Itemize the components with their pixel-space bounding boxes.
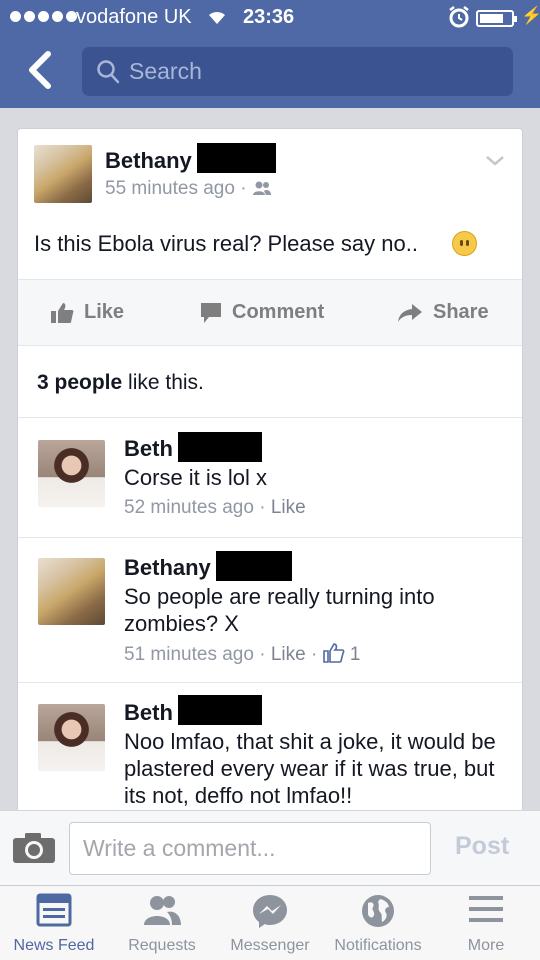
- tab-notifications[interactable]: Notifications: [324, 893, 432, 954]
- like-label: Like: [84, 301, 125, 323]
- tab-requests[interactable]: Requests: [108, 893, 216, 954]
- tab-news-feed[interactable]: News Feed: [0, 893, 108, 954]
- tab-messenger[interactable]: Messenger: [216, 893, 324, 954]
- redaction-bar: [178, 432, 262, 462]
- battery-fill: [480, 14, 503, 23]
- comment-meta: 51 minutes ago · Like · 1: [124, 643, 360, 669]
- carrier-name: vodafone UK: [76, 6, 192, 28]
- post-options-chevron-icon[interactable]: [485, 154, 505, 172]
- camera-icon[interactable]: [12, 832, 56, 869]
- search-placeholder: Search: [129, 58, 202, 84]
- comment-input[interactable]: Write a comment...: [69, 822, 431, 875]
- share-button[interactable]: Share: [397, 301, 489, 324]
- divider: [18, 537, 522, 538]
- menu-icon: [469, 896, 503, 922]
- tab-label: Messenger: [230, 937, 310, 954]
- top-bar: vodafone UK 23:36 ⚡ Search: [0, 0, 540, 108]
- redaction-bar: [216, 551, 292, 581]
- comment-like-count[interactable]: 1: [350, 644, 361, 665]
- charging-icon: ⚡: [521, 6, 540, 25]
- thumbs-up-outline-icon[interactable]: [322, 643, 345, 669]
- chevron-left-icon: [29, 51, 51, 89]
- comment-time: 51 minutes ago: [124, 644, 254, 665]
- comment-avatar[interactable]: [38, 704, 105, 771]
- alarm-icon: [448, 5, 470, 35]
- meta-separator: ·: [240, 178, 247, 199]
- signal-icon: [10, 11, 77, 22]
- comment-like-link[interactable]: Like: [271, 497, 306, 518]
- search-icon: [96, 59, 120, 90]
- comment-text: So people are really turning into zombie…: [124, 584, 435, 636]
- thumbs-up-icon: [51, 302, 74, 323]
- tab-label: Requests: [128, 937, 196, 954]
- messenger-icon: [253, 895, 287, 928]
- post-time[interactable]: 55 minutes ago: [105, 178, 235, 199]
- comment-like-link[interactable]: Like: [271, 644, 306, 665]
- confused-face-icon: [452, 231, 477, 256]
- status-time: 23:36: [243, 6, 295, 28]
- comment-meta: 52 minutes ago · Like: [124, 497, 306, 519]
- likes-count[interactable]: 3 people: [37, 371, 122, 394]
- comment-bubble-icon: [201, 302, 221, 323]
- tab-label: More: [467, 937, 505, 954]
- friends-icon: [252, 180, 272, 202]
- tab-label: Notifications: [334, 937, 422, 954]
- back-button[interactable]: [24, 50, 56, 90]
- comment-time: 52 minutes ago: [124, 497, 254, 518]
- comment-placeholder: Write a comment...: [83, 835, 276, 861]
- status-bar: vodafone UK 23:36 ⚡: [0, 0, 540, 36]
- tab-more[interactable]: More: [432, 893, 540, 954]
- post-actions-bar: Like Comment Share: [18, 279, 522, 346]
- wifi-icon: [205, 6, 229, 32]
- comment-avatar[interactable]: [38, 440, 105, 507]
- comment-avatar[interactable]: [38, 558, 105, 625]
- divider: [18, 417, 522, 418]
- comment-author[interactable]: Beth: [124, 700, 173, 726]
- news-feed-icon: [36, 893, 72, 927]
- friend-requests-icon: [144, 896, 181, 925]
- search-input[interactable]: Search: [82, 47, 513, 96]
- post-meta: 55 minutes ago ·: [105, 178, 272, 202]
- redaction-bar: [178, 695, 262, 725]
- post-author-name[interactable]: Bethany: [105, 148, 192, 174]
- share-arrow-icon: [398, 303, 422, 322]
- divider: [18, 682, 522, 683]
- comment-label: Comment: [232, 301, 325, 323]
- redaction-bar: [197, 143, 276, 173]
- share-label: Share: [433, 301, 489, 323]
- likes-suffix: like this.: [122, 371, 204, 394]
- meta-separator: ·: [310, 644, 318, 665]
- comment-author[interactable]: Bethany: [124, 555, 211, 581]
- tab-label: News Feed: [13, 937, 95, 954]
- comment-text: Corse it is lol x: [124, 465, 268, 490]
- comment-author[interactable]: Beth: [124, 436, 173, 462]
- battery-icon: [476, 10, 517, 27]
- globe-icon: [362, 895, 394, 927]
- like-button[interactable]: Like: [50, 301, 124, 324]
- post-comment-button[interactable]: Post: [455, 832, 509, 861]
- post-text: Is this Ebola virus real? Please say no.…: [34, 231, 418, 256]
- meta-separator: ·: [259, 497, 266, 518]
- meta-separator: ·: [259, 644, 266, 665]
- comment-button[interactable]: Comment: [200, 301, 324, 324]
- post-author-avatar[interactable]: [34, 145, 92, 203]
- likes-summary[interactable]: 3 people like this.: [37, 371, 204, 395]
- comment-text: Noo lmfao, that shit a joke, it would be…: [124, 729, 496, 808]
